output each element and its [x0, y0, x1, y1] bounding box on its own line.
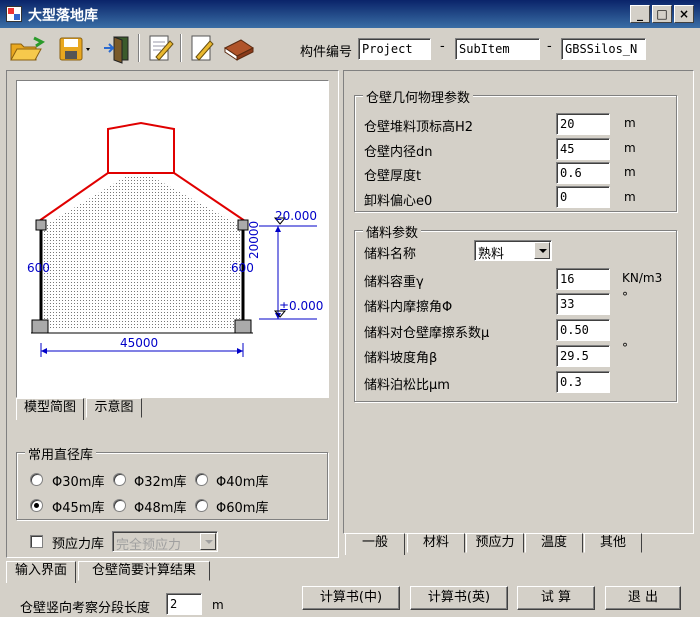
report-en-button[interactable]: 计算书(英) — [410, 586, 508, 610]
radio-d60-label: Φ60m库 — [216, 501, 269, 516]
diameter-group-title: 常用直径库 — [25, 444, 97, 463]
tab-material[interactable]: 材料 — [407, 533, 465, 553]
toolbar: 构件编号 Project - SubItem - GBSSilos_N — [0, 28, 700, 68]
tab-input-interface[interactable]: 输入界面 — [6, 561, 76, 583]
segment-length-label: 仓壁竖向考察分段长度 — [20, 601, 151, 616]
material-name-label: 储料名称 — [364, 247, 417, 262]
exit-door-icon[interactable] — [101, 32, 135, 64]
left-wall-thickness-label: 600 — [27, 261, 50, 275]
window-title: 大型落地库 — [28, 8, 98, 24]
geom-label-t: 仓壁厚度t — [364, 169, 422, 184]
geometry-group-title: 仓壁几何物理参数 — [363, 87, 474, 106]
tab-calc-results[interactable]: 仓壁简要计算结果 — [78, 561, 210, 581]
radio-d60[interactable] — [195, 499, 208, 512]
zero-elevation-label: ±0.000 — [279, 299, 324, 313]
radio-d40-label: Φ40m库 — [216, 475, 269, 490]
dash-separator: - — [440, 39, 445, 54]
component-id-label: 构件编号 — [300, 45, 353, 60]
radio-d45[interactable] — [30, 499, 43, 512]
geom-unit-dn: m — [624, 141, 636, 155]
diameter-dimension-label: 45000 — [120, 336, 159, 350]
report-cn-button[interactable]: 计算书(中) — [302, 586, 400, 610]
component-field[interactable]: GBSSilos_N — [561, 38, 646, 60]
model-diagram: 20.000 ±0.000 20000 45000 600 600 — [16, 80, 329, 398]
radio-d45-label: Φ45m库 — [52, 501, 105, 516]
toolbar-separator — [180, 34, 182, 62]
segment-length-unit: m — [212, 598, 224, 612]
radio-d48-label: Φ48m库 — [134, 501, 187, 516]
geom-unit-h2: m — [624, 116, 636, 130]
mat-label-gamma: 储料容重γ — [364, 275, 424, 290]
radio-d32-label: Φ32m库 — [134, 475, 187, 490]
dash-separator: - — [547, 39, 552, 54]
material-name-value: 熟料 — [478, 247, 505, 262]
right-wall-thickness-label: 600 — [231, 261, 254, 275]
save-icon[interactable] — [56, 32, 90, 64]
app-icon — [6, 6, 22, 22]
trial-calc-button[interactable]: 试 算 — [517, 586, 595, 610]
prestress-select-value: 完全预应力 — [116, 538, 182, 553]
mat-input-beta[interactable]: 29.5 — [556, 345, 610, 367]
mat-label-poisson: 储料泊松比μm — [364, 378, 450, 393]
minimize-button[interactable]: _ — [630, 5, 650, 23]
tab-prestress[interactable]: 预应力 — [466, 533, 524, 553]
radio-d30[interactable] — [30, 473, 43, 486]
edit-note-icon[interactable] — [144, 32, 178, 64]
title-bar: 大型落地库 _ □ × — [0, 0, 700, 28]
radio-d40[interactable] — [195, 473, 208, 486]
segment-length-input[interactable]: 2 — [166, 593, 202, 615]
geom-input-h2[interactable]: 20 — [556, 113, 610, 135]
mat-input-mu[interactable]: 0.50 — [556, 319, 610, 341]
main-window: 大型落地库 _ □ × 构件编号 Project - SubItem - GBS… — [0, 0, 700, 617]
material-group-title: 储料参数 — [363, 222, 422, 241]
toolbar-separator — [138, 34, 140, 62]
subitem-field[interactable]: SubItem — [455, 38, 540, 60]
height-dimension-label: 20000 — [247, 220, 261, 259]
geom-label-e0: 卸料偏心e0 — [364, 194, 433, 209]
close-button[interactable]: × — [674, 5, 694, 23]
mat-unit-beta: ° — [622, 341, 628, 355]
top-elevation-label: 20.000 — [275, 209, 317, 223]
mat-input-poisson[interactable]: 0.3 — [556, 371, 610, 393]
geom-input-e0[interactable]: 0 — [556, 186, 610, 208]
prestress-checkbox[interactable] — [30, 535, 43, 548]
geom-input-dn[interactable]: 45 — [556, 138, 610, 160]
prestress-select[interactable]: 完全预应力 — [112, 531, 218, 553]
book-icon[interactable] — [222, 32, 256, 64]
project-field[interactable]: Project — [358, 38, 431, 60]
prestress-label: 预应力库 — [52, 537, 105, 552]
geom-unit-t: m — [624, 165, 636, 179]
mat-unit-gamma: KN/m3 — [622, 271, 663, 285]
radio-d30-label: Φ30m库 — [52, 475, 105, 490]
maximize-button[interactable]: □ — [652, 5, 672, 23]
chevron-down-icon — [534, 242, 550, 259]
geom-label-dn: 仓壁内径dn — [364, 145, 433, 160]
mat-input-gamma[interactable]: 16 — [556, 268, 610, 290]
exit-button[interactable]: 退 出 — [605, 586, 681, 610]
chevron-down-icon — [200, 533, 216, 550]
tab-other[interactable]: 其他 — [584, 533, 642, 553]
mat-label-beta: 储料坡度角β — [364, 351, 438, 366]
material-name-select[interactable]: 熟料 — [474, 240, 552, 262]
geom-input-t[interactable]: 0.6 — [556, 162, 610, 184]
mat-label-phi: 储料内摩擦角Φ — [364, 300, 453, 315]
mat-input-phi[interactable]: 33 — [556, 293, 610, 315]
geom-label-h2: 仓壁堆料顶标高H2 — [364, 120, 474, 135]
radio-d32[interactable] — [113, 473, 126, 486]
pencil-note-icon[interactable] — [186, 32, 220, 64]
open-folder-icon[interactable] — [8, 32, 45, 64]
mat-label-mu: 储料对仓壁摩擦系数μ — [364, 326, 490, 341]
tab-general[interactable]: 一般 — [345, 533, 405, 555]
mat-unit-phi: ° — [622, 290, 628, 304]
tab-schematic[interactable]: 示意图 — [86, 398, 142, 418]
geom-unit-e0: m — [624, 190, 636, 204]
tab-temperature[interactable]: 温度 — [525, 533, 583, 553]
radio-d48[interactable] — [113, 499, 126, 512]
tab-model-view[interactable]: 模型简图 — [16, 398, 84, 420]
